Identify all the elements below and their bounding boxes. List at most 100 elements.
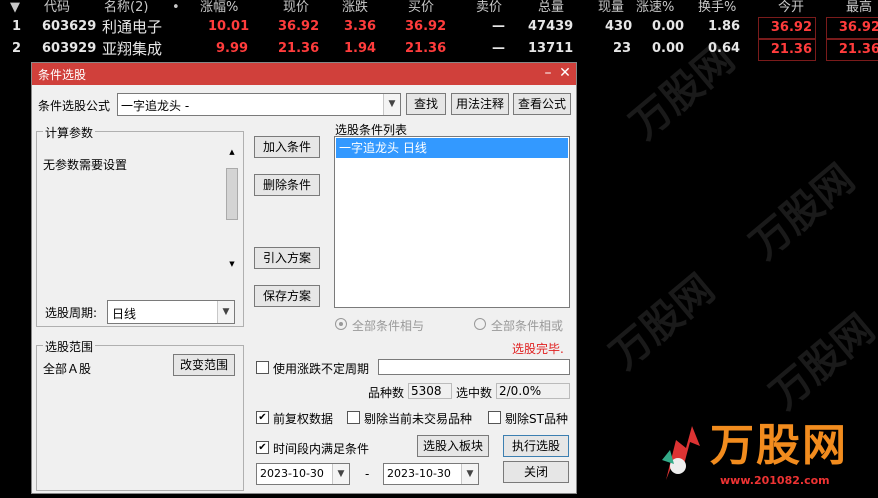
- params-text: 无参数需要设置: [43, 158, 128, 172]
- date-to-value: 2023-10-30: [387, 467, 451, 480]
- params-panel: 计算参数 无参数需要设置 ▲ ▼ 选股周期: 日线 ▼: [36, 124, 244, 327]
- ask: —: [492, 19, 505, 34]
- price: 36.92: [278, 19, 320, 34]
- selected-label: 选中数: [456, 386, 493, 400]
- logo-url: www.201082.com: [720, 474, 830, 487]
- exclude-st-label: 剔除ST品种: [505, 412, 568, 426]
- restore-rights-checkbox[interactable]: ✔: [256, 411, 269, 424]
- delete-condition-button[interactable]: 删除条件: [254, 174, 320, 196]
- selected-value: 2/0.0%: [496, 383, 570, 399]
- params-scrollbar[interactable]: ▲ ▼: [225, 148, 239, 272]
- import-scheme-button[interactable]: 引入方案: [254, 247, 320, 269]
- usage-notes-button[interactable]: 用法注释: [451, 93, 509, 115]
- watermark: 万股网: [741, 155, 864, 269]
- exclude-st-checkbox[interactable]: [488, 411, 501, 424]
- period-select[interactable]: 日线 ▼: [107, 300, 235, 324]
- time-range-checkbox[interactable]: ✔: [256, 441, 269, 454]
- col-header-ask[interactable]: 卖价: [476, 0, 502, 16]
- status-text: 选股完毕.: [512, 342, 564, 356]
- uncertain-period-checkbox[interactable]: [256, 361, 269, 374]
- speed: 0.00: [652, 19, 685, 34]
- col-header-speed[interactable]: 涨速%: [636, 0, 674, 16]
- restore-rights-label: 前复权数据: [273, 412, 334, 426]
- date-from-picker[interactable]: 2023-10-30 ▼: [256, 463, 350, 485]
- change-range-button[interactable]: 改变范围: [173, 354, 235, 376]
- exclude-untraded-checkbox[interactable]: [347, 411, 360, 424]
- logo-mascot-icon: [656, 420, 702, 484]
- range-text: 全部Ａ股: [43, 362, 92, 376]
- change-pct: 9.99: [216, 41, 249, 56]
- stock-code: 603929: [42, 41, 97, 56]
- bid: 36.92: [405, 19, 447, 34]
- change: 3.36: [344, 19, 377, 34]
- formula-label: 条件选股公式: [38, 99, 111, 113]
- scroll-up-icon[interactable]: ▲: [225, 148, 239, 160]
- col-header-change[interactable]: 涨跌: [342, 0, 368, 16]
- chevron-down-icon[interactable]: ▼: [383, 94, 400, 115]
- col-header-volume[interactable]: 总量: [538, 0, 564, 16]
- uncertain-period-label: 使用涨跌不定周期: [273, 362, 370, 376]
- current-volume: 430: [605, 19, 633, 34]
- list-item[interactable]: 一字追龙头 日线: [336, 138, 568, 158]
- scroll-down-icon[interactable]: ▼: [225, 260, 239, 272]
- close-icon[interactable]: ✕: [557, 65, 573, 81]
- volume: 13711: [528, 41, 574, 56]
- period-label: 选股周期:: [45, 306, 98, 320]
- col-header-code[interactable]: 代码: [44, 0, 70, 16]
- dialog-title: 条件选股: [38, 68, 87, 82]
- ask: —: [492, 41, 505, 56]
- execute-button[interactable]: 执行选股: [503, 435, 569, 457]
- change-pct: 10.01: [208, 19, 250, 34]
- date-to-picker[interactable]: 2023-10-30 ▼: [383, 463, 479, 485]
- change: 1.94: [344, 41, 377, 56]
- turnover: 0.64: [708, 41, 741, 56]
- turnover: 1.86: [708, 19, 741, 34]
- chevron-down-icon[interactable]: ▼: [461, 464, 478, 484]
- radio-all-or[interactable]: [474, 318, 486, 330]
- col-header-turnover[interactable]: 换手%: [698, 0, 736, 16]
- speed: 0.00: [652, 41, 685, 56]
- row-index: 2: [12, 41, 22, 56]
- stock-code: 603629: [42, 19, 97, 34]
- open: 21.36: [758, 39, 816, 61]
- price: 21.36: [278, 41, 320, 56]
- save-scheme-button[interactable]: 保存方案: [254, 285, 320, 307]
- range-panel: 选股范围 全部Ａ股 改变范围: [36, 338, 244, 491]
- add-to-block-button[interactable]: 选股入板块: [417, 435, 489, 457]
- formula-select[interactable]: 一字追龙头 - ▼: [117, 93, 401, 116]
- col-header-cur-vol[interactable]: 现量: [598, 0, 624, 16]
- chevron-down-icon[interactable]: ▼: [217, 301, 234, 323]
- close-button[interactable]: 关闭: [503, 461, 569, 483]
- col-header-high[interactable]: 最高: [846, 0, 872, 16]
- stock-name: 利通电子: [102, 18, 163, 36]
- scroll-thumb[interactable]: [226, 168, 238, 220]
- radio-all-and-label: 全部条件相与: [352, 319, 425, 333]
- open: 36.92: [758, 17, 816, 39]
- site-logo: 万股网 www.201082.com: [650, 418, 876, 496]
- condition-list[interactable]: 一字追龙头 日线: [334, 136, 570, 308]
- params-title: 计算参数: [43, 124, 96, 141]
- find-button[interactable]: 查找: [406, 93, 446, 115]
- logo-text: 万股网: [710, 420, 848, 471]
- col-header-name[interactable]: 名称(2): [104, 0, 148, 16]
- add-condition-button[interactable]: 加入条件: [254, 136, 320, 158]
- chevron-down-icon[interactable]: ▼: [332, 464, 349, 484]
- period-value: 日线: [112, 307, 137, 321]
- stock-filter-dialog: 条件选股 – ✕ 条件选股公式 一字追龙头 - ▼ 查找 用法注释 查看公式 计…: [31, 62, 577, 494]
- col-header-bid[interactable]: 买价: [408, 0, 434, 16]
- uncertain-period-input[interactable]: [378, 359, 570, 375]
- col-header-price[interactable]: 现价: [283, 0, 309, 16]
- view-formula-button[interactable]: 查看公式: [513, 93, 571, 115]
- radio-all-or-label: 全部条件相或: [491, 319, 564, 333]
- sort-arrow-icon[interactable]: ▼: [10, 0, 20, 16]
- col-header-open[interactable]: 今开: [778, 0, 804, 16]
- radio-all-and[interactable]: [335, 318, 347, 330]
- date-separator: -: [365, 467, 370, 481]
- col-header-change-pct[interactable]: 涨幅%: [200, 0, 238, 16]
- minimize-icon[interactable]: –: [540, 65, 556, 81]
- time-range-label: 时间段内满足条件: [273, 442, 370, 456]
- exclude-untraded-label: 剔除当前未交易品种: [364, 412, 473, 426]
- dialog-titlebar[interactable]: 条件选股 – ✕: [32, 63, 576, 85]
- high: 21.36: [826, 39, 878, 61]
- bid: 21.36: [405, 41, 447, 56]
